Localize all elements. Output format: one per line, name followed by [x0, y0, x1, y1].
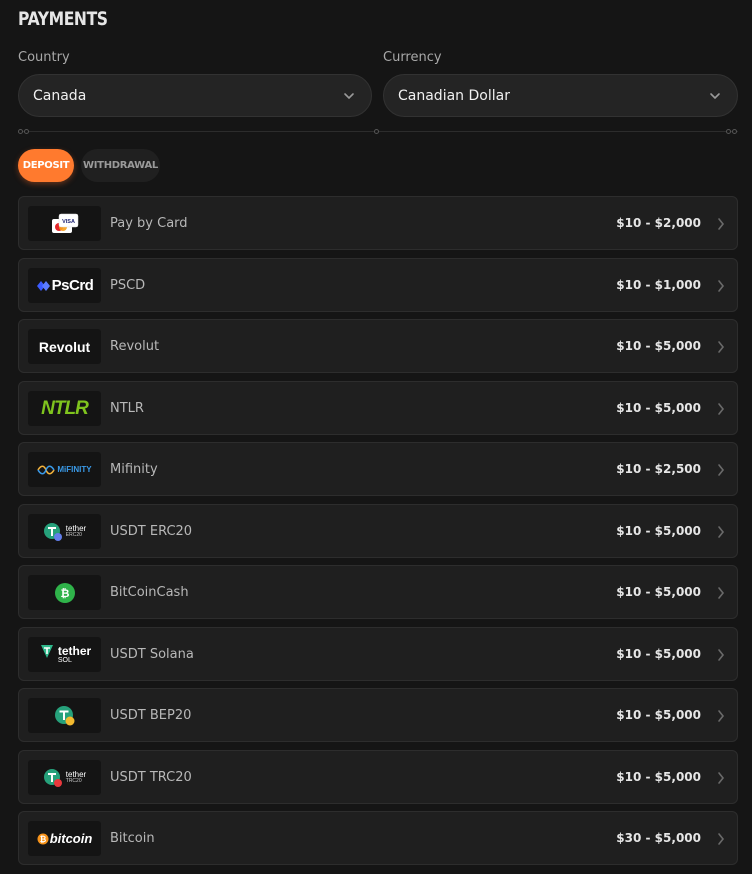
- chevron-right-icon: [717, 401, 725, 420]
- method-name: USDT TRC20: [110, 769, 192, 785]
- payment-method-row[interactable]: tether SOL USDT Solana $10 - $5,000: [18, 627, 738, 681]
- method-name: Bitcoin: [110, 830, 155, 846]
- revolut-logo: Revolut: [28, 329, 101, 364]
- method-name: NTLR: [110, 400, 144, 416]
- method-name: BitCoinCash: [110, 584, 189, 600]
- payment-method-row[interactable]: tether ERC20 USDT ERC20 $10 - $5,000: [18, 504, 738, 558]
- method-limit: $10 - $5,000: [616, 401, 701, 415]
- divider: [18, 129, 738, 134]
- method-limit: $10 - $5,000: [616, 524, 701, 538]
- method-limit: $10 - $5,000: [616, 339, 701, 353]
- tether-erc20-logo: tether ERC20: [28, 514, 101, 549]
- trc20-logo-text: TRC20: [65, 778, 82, 784]
- method-limit: $10 - $5,000: [616, 770, 701, 784]
- currency-label: Currency: [383, 50, 442, 65]
- chevron-right-icon: [717, 524, 725, 543]
- payment-method-row[interactable]: USDT BEP20 $10 - $5,000: [18, 688, 738, 742]
- payment-method-row[interactable]: Revolut Revolut $10 - $5,000: [18, 319, 738, 373]
- method-name: PSCD: [110, 277, 146, 293]
- chevron-right-icon: [717, 339, 725, 358]
- page-title: PAYMENTS: [18, 8, 108, 30]
- chevron-right-icon: [717, 278, 725, 297]
- bitcoin-logo: ₿ bitcoin: [28, 821, 101, 856]
- sol-logo-text: SOL: [57, 657, 72, 664]
- method-limit: $10 - $5,000: [616, 708, 701, 722]
- method-name: USDT Solana: [110, 646, 194, 662]
- method-limit: $10 - $2,000: [616, 216, 701, 230]
- visa-logo-text: VISA: [62, 219, 75, 225]
- payment-method-row[interactable]: NTLR NTLR $10 - $5,000: [18, 381, 738, 435]
- bitcoin-logo-text: bitcoin: [49, 831, 93, 846]
- pscrd-logo-text: PsCrd: [51, 277, 94, 294]
- tether-sol-logo: tether SOL: [28, 637, 101, 672]
- method-name: Revolut: [110, 338, 160, 354]
- payment-method-row[interactable]: ₿ BitCoinCash $10 - $5,000: [18, 565, 738, 619]
- chevron-right-icon: [717, 462, 725, 481]
- currency-value: Canadian Dollar: [398, 87, 510, 104]
- method-name: USDT BEP20: [110, 707, 192, 723]
- tether-bep20-icon: [28, 698, 101, 733]
- chevron-right-icon: [717, 770, 725, 789]
- method-limit: $10 - $5,000: [616, 647, 701, 661]
- method-limit: $10 - $2,500: [616, 462, 701, 476]
- method-name: Pay by Card: [110, 215, 188, 231]
- payment-method-row[interactable]: MiFINITY Mifinity $10 - $2,500: [18, 442, 738, 496]
- chevron-down-icon: [709, 92, 721, 100]
- ntlr-logo-text: NTLR: [41, 397, 89, 419]
- tab-deposit[interactable]: DEPOSIT: [18, 149, 74, 182]
- revolut-logo-text: Revolut: [38, 338, 91, 355]
- country-label: Country: [18, 50, 70, 65]
- bitcoincash-icon: ₿: [28, 575, 101, 610]
- chevron-down-icon: [343, 92, 355, 100]
- currency-select[interactable]: Canadian Dollar: [383, 74, 738, 117]
- pscrd-logo: PsCrd: [28, 268, 101, 303]
- country-value: Canada: [33, 87, 87, 104]
- payment-method-row[interactable]: ₿ bitcoin Bitcoin $30 - $5,000: [18, 811, 738, 865]
- chevron-right-icon: [717, 831, 725, 850]
- method-limit: $30 - $5,000: [616, 831, 701, 845]
- method-name: Mifinity: [110, 461, 158, 477]
- mifinity-logo: MiFINITY: [28, 452, 101, 487]
- chevron-right-icon: [717, 216, 725, 235]
- chevron-right-icon: [717, 585, 725, 604]
- method-limit: $10 - $5,000: [616, 585, 701, 599]
- chevron-right-icon: [717, 647, 725, 666]
- tether-trc20-logo: tether TRC20: [28, 760, 101, 795]
- tab-withdrawal[interactable]: WITHDRAWAL: [81, 149, 160, 182]
- chevron-right-icon: [717, 708, 725, 727]
- country-select[interactable]: Canada: [18, 74, 372, 117]
- svg-text:₿: ₿: [39, 835, 46, 844]
- payment-method-row[interactable]: VISA Pay by Card $10 - $2,000: [18, 196, 738, 250]
- tether-logo-text: tether: [57, 644, 92, 658]
- svg-text:₿: ₿: [60, 588, 69, 600]
- method-limit: $10 - $1,000: [616, 278, 701, 292]
- method-name: USDT ERC20: [110, 523, 193, 539]
- erc20-logo-text: ERC20: [65, 532, 82, 538]
- payment-method-row[interactable]: tether TRC20 USDT TRC20 $10 - $5,000: [18, 750, 738, 804]
- payment-method-row[interactable]: PsCrd PSCD $10 - $1,000: [18, 258, 738, 312]
- mifinity-logo-text: MiFINITY: [57, 465, 92, 474]
- ntlr-logo: NTLR: [28, 391, 101, 426]
- card-icon: VISA: [28, 206, 101, 241]
